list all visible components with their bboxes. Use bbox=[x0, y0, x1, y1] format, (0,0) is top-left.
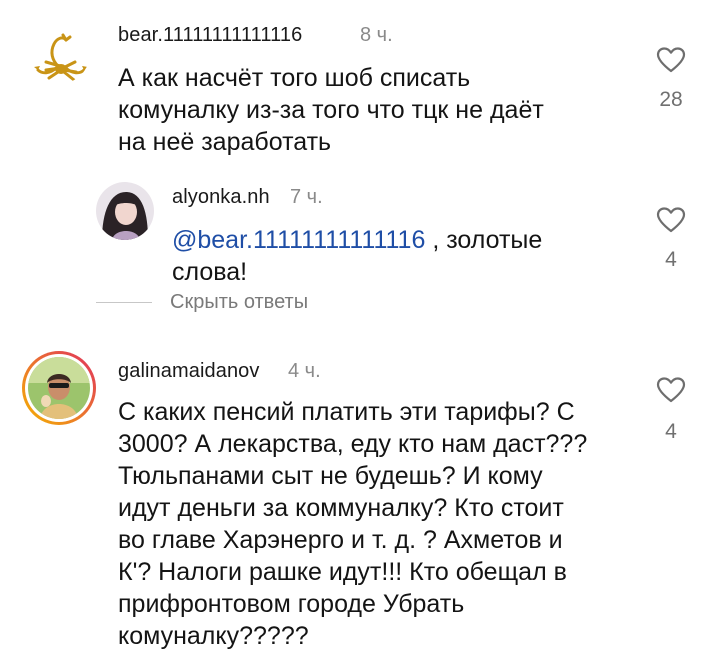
hide-replies-button[interactable]: Скрыть ответы bbox=[170, 291, 308, 314]
text-line: комуналку из-за того что тцк не даёт bbox=[118, 96, 544, 124]
comment-text: С каких пенсий платить эти тарифы? С 300… bbox=[118, 396, 638, 652]
username[interactable]: bear.11111111111116 bbox=[118, 24, 302, 47]
girl-avatar bbox=[96, 182, 154, 240]
like-heart-icon[interactable] bbox=[656, 376, 686, 404]
comment-1: bear.11111111111116 8 ч. А как насчёт то… bbox=[0, 0, 720, 170]
text-line: Тюльпанами сыт не будешь? И кому bbox=[118, 462, 543, 490]
woman-avatar-story-ring bbox=[28, 357, 90, 419]
avatar bbox=[28, 357, 90, 419]
text-line: слова! bbox=[172, 258, 248, 286]
like-count: 4 bbox=[665, 420, 677, 443]
text-line: 3000? А лекарства, еду кто нам даст??? bbox=[118, 430, 588, 458]
like-count: 4 bbox=[665, 248, 677, 271]
reply-comment: alyonka.nh 7 ч. @bear.11111111111116 , з… bbox=[0, 170, 720, 330]
text-line: идут деньги за коммуналку? Кто стоит bbox=[118, 494, 564, 522]
timestamp: 8 ч. bbox=[360, 24, 393, 46]
comment-text: А как насчёт того шоб списать комуналку … bbox=[118, 62, 638, 158]
username[interactable]: galinamaidanov bbox=[118, 360, 260, 383]
text-line: С каких пенсий платить эти тарифы? С bbox=[118, 398, 575, 426]
text-line: во главе Харэнерго и т. д. ? Ахметов и bbox=[118, 526, 563, 554]
username[interactable]: alyonka.nh bbox=[172, 186, 270, 209]
text-segment: , золотые bbox=[425, 226, 543, 254]
like-heart-icon[interactable] bbox=[656, 46, 686, 74]
comment-text: @bear.11111111111116 , золотые слова! bbox=[172, 224, 612, 288]
mention-link[interactable]: @bear.11111111111116 bbox=[172, 226, 425, 254]
text-line: К'? Налоги рашке идут!!! Кто обещал в bbox=[118, 558, 567, 586]
text-line: А как насчёт того шоб списать bbox=[118, 64, 471, 92]
comment-3: galinamaidanov 4 ч. С каких пенсий плати… bbox=[0, 340, 720, 663]
text-line: прифронтовом городе Убрать bbox=[118, 590, 465, 618]
scorpion-icon bbox=[28, 22, 90, 84]
text-line: комуналку????? bbox=[118, 622, 309, 650]
like-heart-icon[interactable] bbox=[656, 206, 686, 234]
like-count: 28 bbox=[659, 88, 683, 111]
text-line: на неё заработать bbox=[118, 128, 332, 156]
avatar[interactable] bbox=[28, 22, 90, 84]
story-ring[interactable] bbox=[22, 351, 96, 425]
timestamp: 7 ч. bbox=[290, 186, 323, 208]
avatar[interactable] bbox=[96, 182, 154, 240]
timestamp: 4 ч. bbox=[288, 360, 321, 382]
replies-divider bbox=[96, 302, 152, 303]
